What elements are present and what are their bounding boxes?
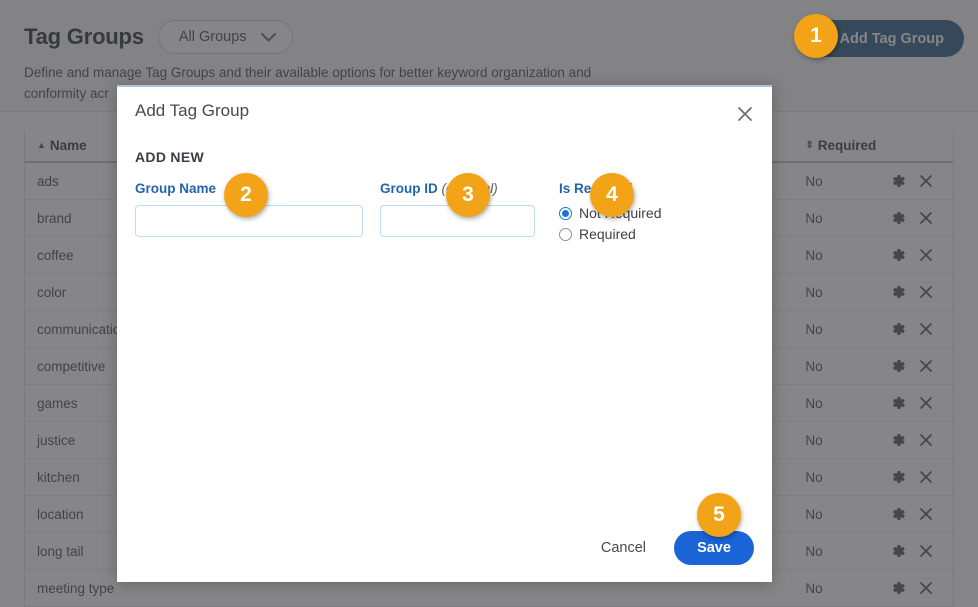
close-glyph — [737, 106, 753, 122]
radio-not-required[interactable]: Not Required — [559, 205, 739, 221]
group-id-label-text: Group ID — [380, 181, 438, 196]
is-required-label: Is Required — [559, 181, 739, 196]
step-badge-3: 3 — [446, 173, 490, 217]
modal-title: Add Tag Group — [135, 101, 249, 121]
step-badge-4: 4 — [590, 173, 634, 217]
field-is-required: Is Required Not Required Required — [559, 181, 739, 247]
radio-required[interactable]: Required — [559, 226, 739, 242]
radio-not-required-indicator[interactable] — [559, 207, 572, 220]
section-label-add-new: ADD NEW — [135, 149, 754, 165]
close-icon[interactable] — [732, 101, 758, 127]
modal-footer: Cancel Save — [599, 531, 754, 565]
radio-required-indicator[interactable] — [559, 228, 572, 241]
app-root: Tag Groups All Groups Define and manage … — [0, 0, 978, 607]
step-badge-5: 5 — [697, 493, 741, 537]
radio-required-label: Required — [579, 226, 636, 242]
step-badge-1: 1 — [794, 14, 838, 58]
step-badge-2: 2 — [224, 173, 268, 217]
cancel-button[interactable]: Cancel — [599, 536, 648, 560]
add-tag-group-modal: Add Tag Group ADD NEW Group Name Group I… — [117, 85, 772, 582]
